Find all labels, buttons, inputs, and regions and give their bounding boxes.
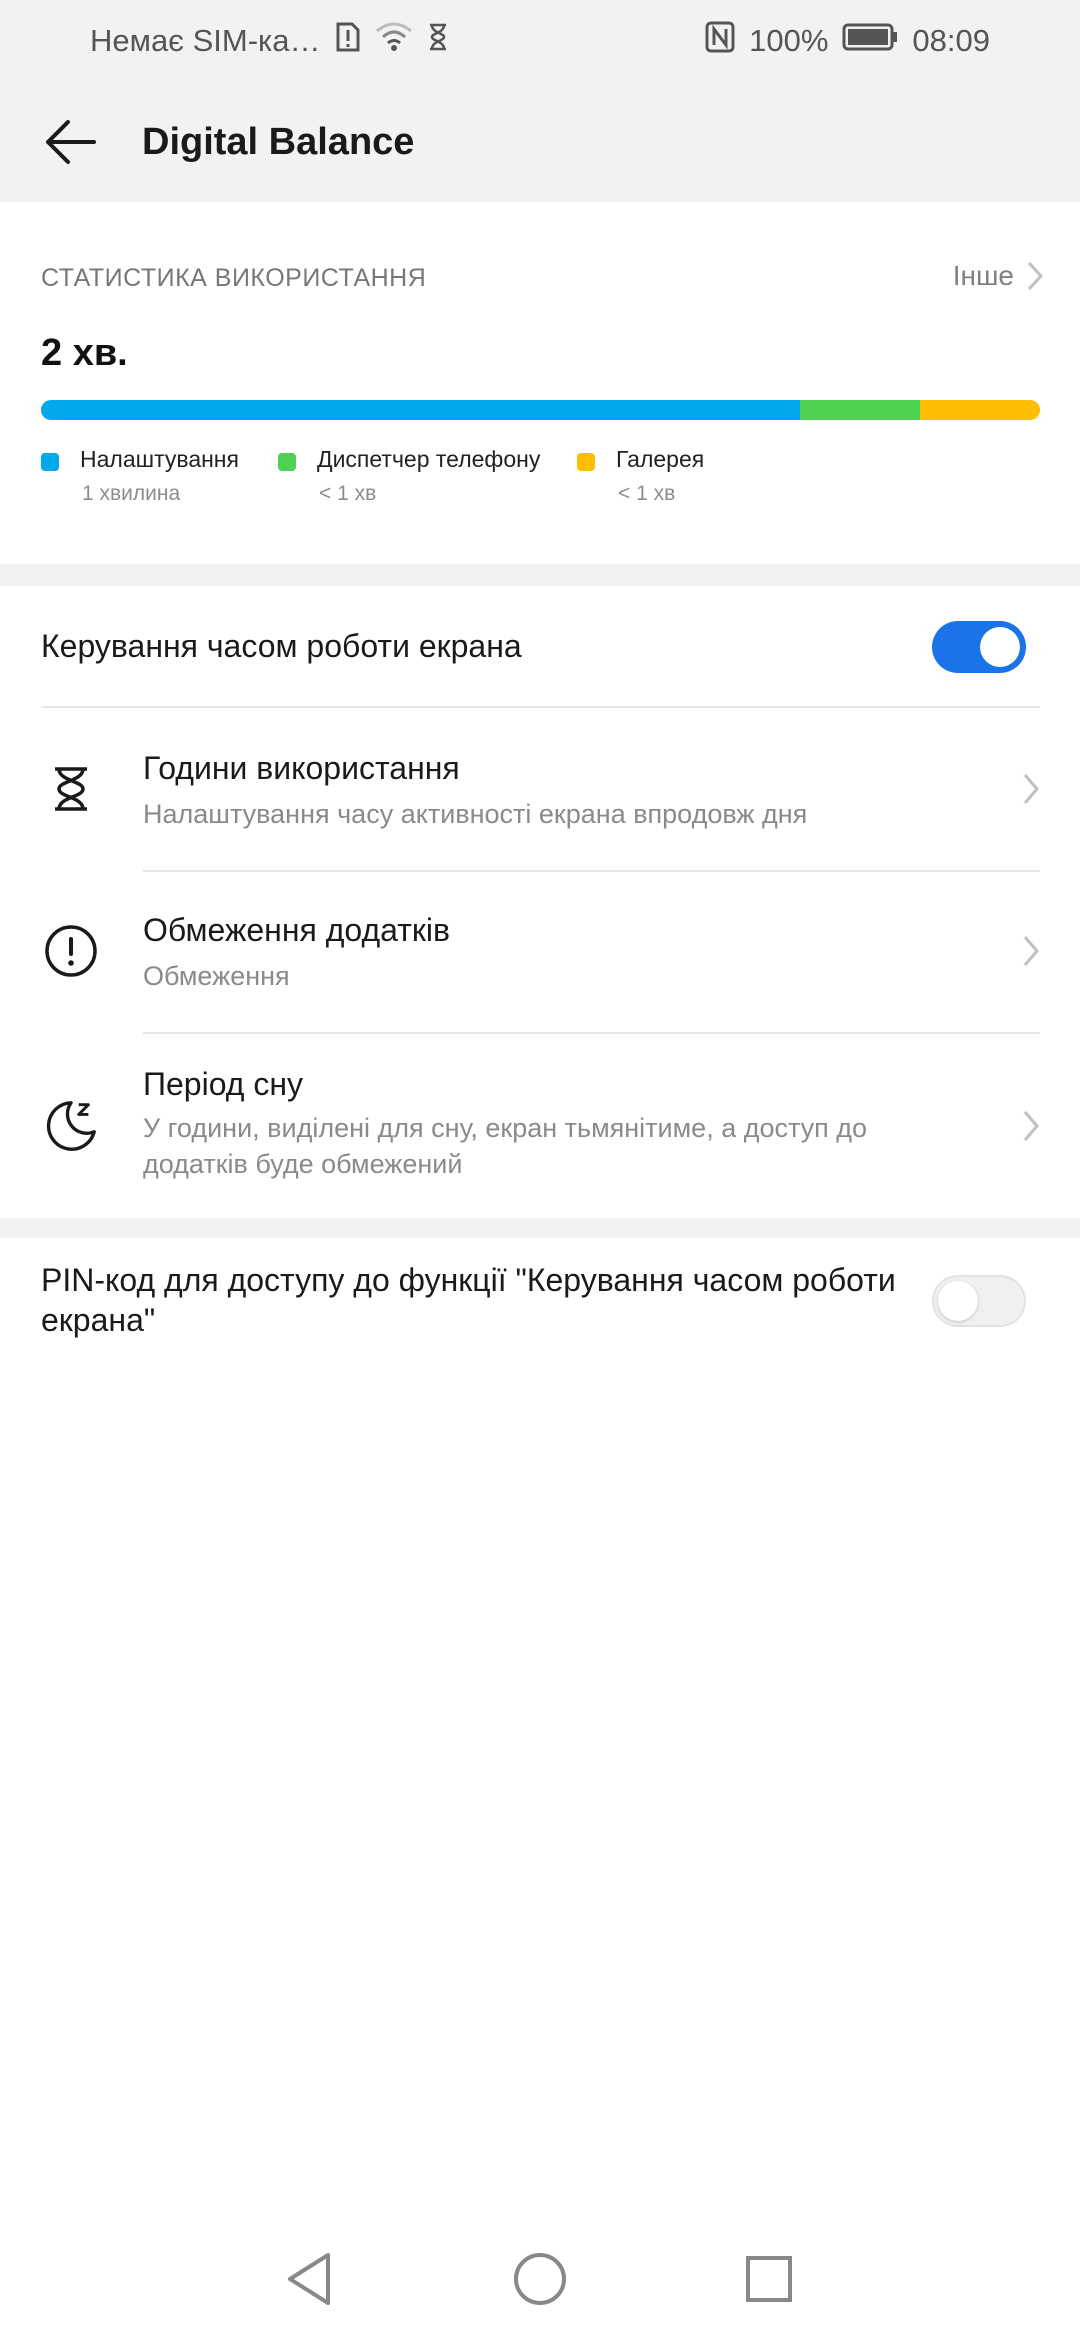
exclamation-circle-icon	[42, 922, 100, 980]
nav-back-button[interactable]	[274, 2244, 344, 2314]
legend-dot	[41, 453, 59, 471]
legend-name: Налаштування	[80, 446, 239, 472]
battery-icon	[842, 23, 898, 59]
pin-toggle[interactable]	[932, 1275, 1026, 1327]
clock: 08:09	[912, 23, 990, 58]
item-title: Години використання	[143, 750, 460, 786]
square-recents-icon	[746, 2256, 792, 2302]
back-button[interactable]	[0, 82, 140, 202]
legend-time: 1 хвилина	[82, 482, 181, 505]
navigation-bar	[0, 2220, 1080, 2340]
item-title: Період сну	[143, 1066, 304, 1102]
legend-dot	[278, 453, 296, 471]
pin-row[interactable]: PIN-код для доступу до функції "Керуванн…	[0, 1238, 1080, 1368]
legend-name: Галерея	[616, 446, 705, 472]
item-subtitle: Налаштування часу активності екрана впро…	[143, 799, 808, 829]
status-right: 100% 08:09	[705, 21, 990, 61]
circle-home-icon	[514, 2253, 566, 2305]
list-item-sleep-period[interactable]: Період сну У години, виділені для сну, е…	[0, 1034, 1080, 1218]
list-item-usage-hours[interactable]: Години використання Налаштування часу ак…	[0, 708, 1080, 870]
chevron-right-icon	[1027, 261, 1044, 291]
battery-percent: 100%	[749, 23, 829, 58]
chevron-right-icon	[1023, 1111, 1039, 1141]
item-title: Обмеження додатків	[143, 912, 451, 948]
usage-bar	[41, 400, 1040, 420]
moon-sleep-icon	[42, 1097, 100, 1155]
nav-recents-button[interactable]	[734, 2244, 804, 2314]
usage-more-button[interactable]: Інше	[953, 260, 1044, 292]
list-item-app-limits[interactable]: Обмеження додатків Обмеження	[0, 872, 1080, 1032]
carrier-text: Немає SIM-ка…	[90, 23, 321, 58]
screen-time-row[interactable]: Керування часом роботи екрана	[0, 586, 1080, 706]
arrow-left-icon	[46, 120, 96, 164]
section-divider	[0, 1218, 1080, 1238]
usage-heading: СТАТИСТИКА ВИКОРИСТАННЯ	[41, 264, 427, 292]
screen-time-label: Керування часом роботи екрана	[41, 628, 522, 664]
toggle-knob	[980, 627, 1020, 667]
section-divider	[0, 564, 1080, 586]
item-subtitle: У години, виділені для сну, екран тьмяні…	[143, 1113, 868, 1179]
status-bar: Немає SIM-ка… 100% 08:09	[0, 0, 1080, 82]
chevron-right-icon	[1023, 936, 1039, 966]
usage-total: 2 хв.	[41, 332, 128, 374]
triangle-back-icon	[288, 2253, 330, 2305]
hourglass-status-icon	[427, 22, 449, 60]
usage-bar-segment-settings	[41, 400, 801, 420]
chevron-right-icon	[1023, 774, 1039, 804]
nav-home-button[interactable]	[505, 2244, 575, 2314]
usage-statistics-card: СТАТИСТИКА ВИКОРИСТАННЯ Інше 2 хв. Налаш…	[0, 202, 1080, 564]
usage-more-label: Інше	[952, 260, 1014, 291]
pin-label: PIN-код для доступу до функції "Керуванн…	[41, 1262, 896, 1338]
sim-alert-icon	[335, 21, 361, 61]
nfc-icon	[705, 21, 735, 61]
legend-dot	[577, 453, 595, 471]
usage-bar-segment-phone-manager	[800, 400, 921, 420]
app-bar: Digital Balance	[0, 82, 1080, 202]
page-title: Digital Balance	[142, 120, 415, 163]
hourglass-icon	[42, 760, 100, 818]
item-subtitle: Обмеження	[143, 961, 290, 991]
status-left: Немає SIM-ка…	[90, 21, 449, 61]
screen-time-toggle[interactable]	[932, 621, 1026, 673]
legend-time: < 1 хв	[319, 482, 377, 505]
legend-name: Диспетчер телефону	[317, 446, 541, 472]
legend-time: < 1 хв	[618, 482, 676, 505]
toggle-knob	[938, 1281, 978, 1321]
wifi-icon	[375, 21, 413, 61]
usage-bar-segment-gallery	[920, 400, 1040, 420]
